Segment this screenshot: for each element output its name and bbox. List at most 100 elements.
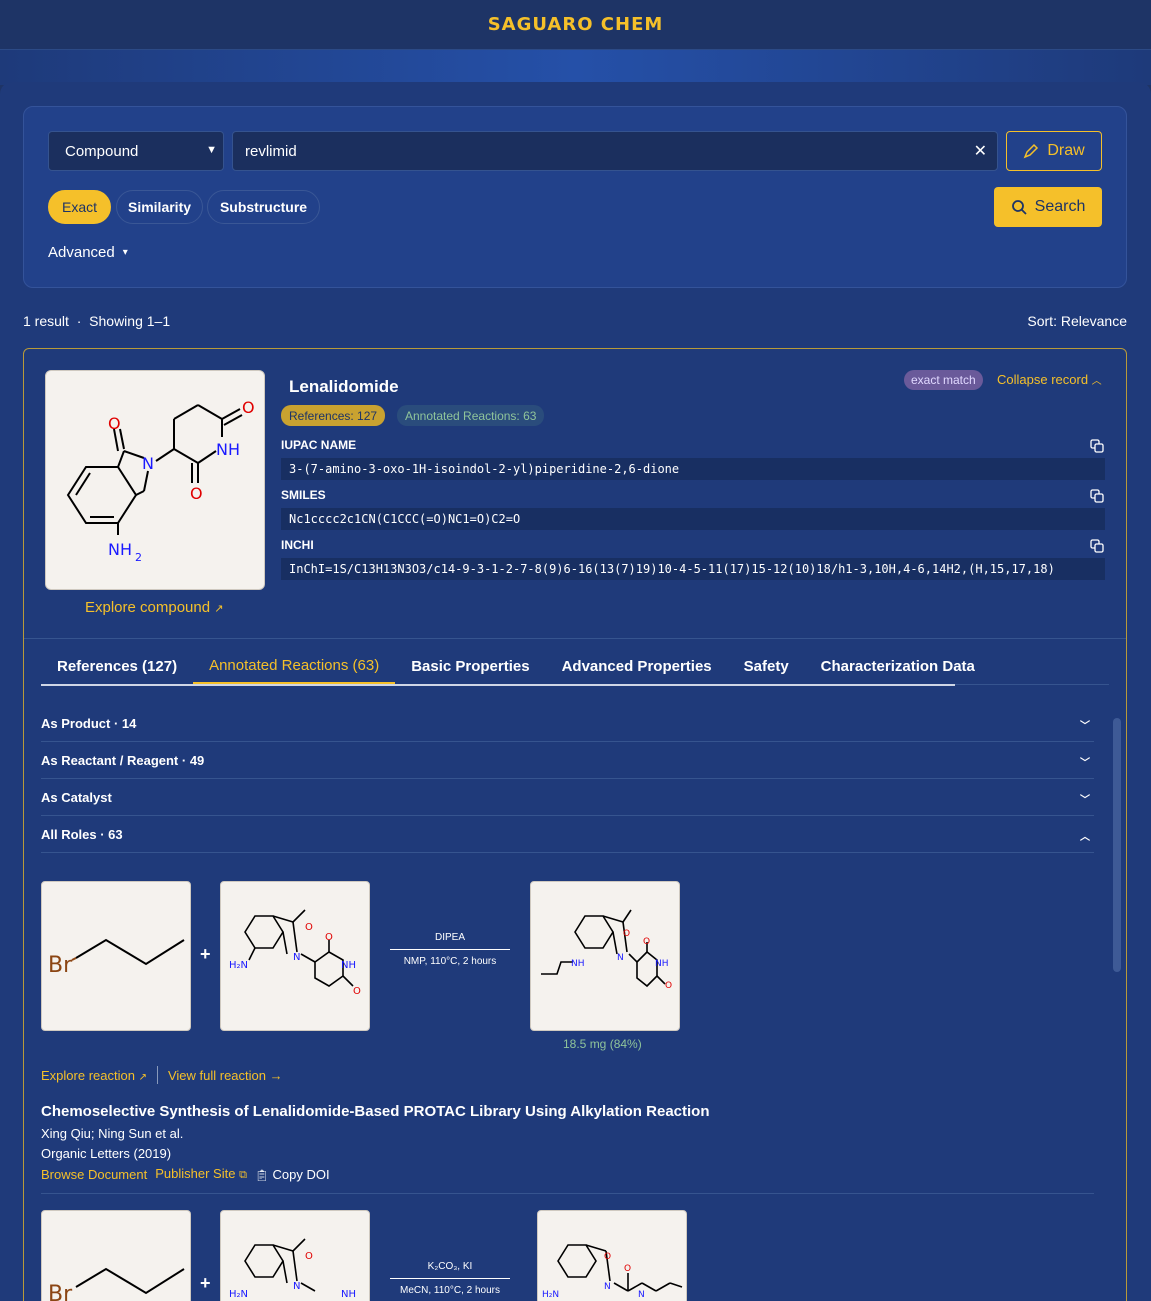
search-label: Search bbox=[1034, 198, 1086, 215]
accordion-label: As Product · 14 bbox=[41, 715, 137, 731]
reactant-structure[interactable]: Br bbox=[41, 1210, 191, 1301]
search-query-value: revlimid bbox=[245, 142, 297, 160]
accordion-as-reactant[interactable]: As Reactant / Reagent · 49 ﹀ bbox=[41, 742, 1094, 779]
copy-icon[interactable] bbox=[1090, 539, 1104, 553]
atom-label: N bbox=[293, 1281, 300, 1292]
advanced-toggle[interactable]: Advanced ▾ bbox=[48, 244, 128, 261]
external-arrow-icon: ↗ bbox=[214, 603, 224, 615]
compound-structure-image[interactable]: O O O N NH NH 2 bbox=[45, 370, 265, 590]
atom-label: O bbox=[305, 1251, 313, 1262]
inchi-value: InChI=1S/C13H13N3O3/c14-9-3-1-2-7-8(9)6-… bbox=[281, 558, 1105, 580]
atom-label: H₂N bbox=[229, 960, 248, 971]
reactant-structure[interactable]: Br bbox=[41, 881, 191, 1031]
record-tabs: References (127) Annotated Reactions (63… bbox=[41, 648, 991, 686]
result-count-label: 1 result bbox=[23, 313, 69, 329]
collapse-record-button[interactable]: Collapse record ︿ bbox=[997, 372, 1102, 387]
pen-icon bbox=[1023, 143, 1039, 159]
app-logo[interactable]: SAGUARO CHEM bbox=[488, 14, 664, 35]
inchi-label: INCHI bbox=[281, 538, 314, 552]
atom-label: N bbox=[604, 1282, 611, 1292]
reactant-structure[interactable]: H₂N O N O NH O bbox=[220, 881, 370, 1031]
accordion-label: As Reactant / Reagent · 49 bbox=[41, 752, 205, 768]
tab-references[interactable]: References (127) bbox=[41, 648, 193, 684]
atom-label: O bbox=[353, 986, 361, 997]
annotated-reactions-badge[interactable]: Annotated Reactions: 63 bbox=[397, 405, 545, 426]
publisher-site-link[interactable]: Publisher Site ⧉ bbox=[155, 1166, 247, 1182]
external-arrow-icon: ↗ bbox=[138, 1071, 147, 1083]
product-structure[interactable]: H₂N O N O N bbox=[537, 1210, 687, 1301]
search-input[interactable]: revlimid ✕ bbox=[232, 131, 998, 171]
sort-dropdown[interactable]: Sort: Relevance bbox=[1027, 313, 1127, 329]
atom-label: N bbox=[617, 953, 624, 963]
accordion-all-roles[interactable]: All Roles · 63 ︿ bbox=[41, 816, 1094, 853]
publisher-site-label: Publisher Site bbox=[155, 1166, 236, 1181]
molecule-drawing: O O O N NH NH 2 bbox=[66, 398, 255, 564]
atom-label: O bbox=[305, 922, 313, 933]
tab-advanced-properties[interactable]: Advanced Properties bbox=[546, 648, 728, 684]
mode-similarity-chip[interactable]: Similarity bbox=[116, 190, 203, 224]
arrow-right-icon: → bbox=[269, 1067, 283, 1083]
chevron-up-icon: ︿ bbox=[1080, 832, 1090, 843]
reactant-structure[interactable]: H₂N O N NH bbox=[220, 1210, 370, 1301]
reaction-links: Explore reaction ↗ View full reaction → bbox=[41, 1066, 283, 1084]
draw-label: Draw bbox=[1047, 142, 1085, 159]
atom-label: NH bbox=[108, 540, 132, 559]
atom-label: N bbox=[142, 454, 154, 473]
atom-label: NH bbox=[216, 440, 240, 459]
result-count: 1 result · Showing 1–1 bbox=[23, 313, 170, 329]
lenalidomide-mini-drawing: H₂N O N O NH O bbox=[229, 909, 361, 997]
conditions-top: K₂CO₃, KI bbox=[427, 1261, 473, 1272]
search-type-select[interactable]: Compound ▼ bbox=[48, 131, 224, 171]
atom-label: NH bbox=[341, 1289, 356, 1300]
advanced-label: Advanced bbox=[48, 244, 115, 261]
atom-label: H₂N bbox=[542, 1290, 559, 1300]
header-band bbox=[0, 50, 1151, 85]
references-badge[interactable]: References: 127 bbox=[281, 405, 386, 426]
chevron-down-icon: ﹀ bbox=[1080, 758, 1090, 769]
atom-label: H₂N bbox=[229, 1289, 248, 1300]
tab-characterization-data[interactable]: Characterization Data bbox=[805, 648, 991, 684]
search-button[interactable]: Search bbox=[994, 187, 1102, 227]
product-drawing: NH O N O NH O bbox=[541, 909, 672, 991]
browse-document-link[interactable]: Browse Document bbox=[41, 1167, 147, 1182]
compound-name: Lenalidomide bbox=[289, 377, 399, 396]
atom-label: O bbox=[190, 484, 203, 503]
atom-label: NH bbox=[571, 959, 585, 969]
copy-icon[interactable] bbox=[1090, 439, 1104, 453]
reaction-divider bbox=[41, 1193, 1094, 1194]
draw-button[interactable]: Draw bbox=[1006, 131, 1102, 171]
tab-annotated-reactions[interactable]: Annotated Reactions (63) bbox=[193, 648, 396, 684]
atom-label: Br bbox=[48, 953, 73, 978]
search-icon bbox=[1011, 200, 1027, 215]
accordion-as-product[interactable]: As Product · 14 ﹀ bbox=[41, 705, 1094, 742]
clear-icon[interactable]: ✕ bbox=[974, 141, 987, 161]
atom-label: O bbox=[242, 398, 255, 417]
explore-compound-link[interactable]: Explore compound ↗ bbox=[85, 599, 223, 616]
smiles-value: Nc1cccc2c1CN(C1CCC(=O)NC1=O)C2=O bbox=[281, 508, 1105, 530]
bromopropane-drawing: Br bbox=[48, 1267, 185, 1301]
scrollbar-thumb[interactable] bbox=[1113, 718, 1121, 972]
product-structure[interactable]: NH O N O NH O bbox=[530, 881, 680, 1031]
accordion-as-catalyst[interactable]: As Catalyst ﹀ bbox=[41, 779, 1094, 816]
exact-match-badge: exact match bbox=[904, 370, 983, 390]
view-full-reaction-label: View full reaction bbox=[167, 1067, 267, 1083]
arrow-line bbox=[390, 949, 510, 950]
link-separator bbox=[156, 1066, 158, 1084]
view-full-reaction-link[interactable]: View full reaction → bbox=[168, 1068, 283, 1083]
document-title: Chemoselective Synthesis of Lenalidomide… bbox=[41, 1103, 710, 1120]
tab-basic-properties[interactable]: Basic Properties bbox=[395, 648, 545, 684]
atom-label: O bbox=[643, 937, 650, 947]
mode-substructure-chip[interactable]: Substructure bbox=[207, 190, 320, 224]
explore-reaction-label: Explore reaction bbox=[41, 1067, 135, 1083]
explore-reaction-link[interactable]: Explore reaction ↗ bbox=[41, 1068, 147, 1083]
accordion-label: All Roles · 63 bbox=[41, 826, 123, 842]
reaction-arrow: DIPEA NMP, 110°C, 2 hours bbox=[390, 932, 510, 967]
mode-exact-chip[interactable]: Exact bbox=[48, 190, 111, 224]
tab-safety[interactable]: Safety bbox=[728, 648, 805, 684]
document-journal: Organic Letters (2019) bbox=[41, 1146, 172, 1161]
chevron-down-icon: ▾ bbox=[122, 247, 128, 258]
atom-label: Br bbox=[48, 1282, 73, 1301]
product-drawing: H₂N O N O N bbox=[542, 1244, 683, 1300]
copy-icon[interactable] bbox=[1090, 489, 1104, 503]
copy-doi-button[interactable]: 📋︎ Copy DOI bbox=[255, 1167, 330, 1182]
